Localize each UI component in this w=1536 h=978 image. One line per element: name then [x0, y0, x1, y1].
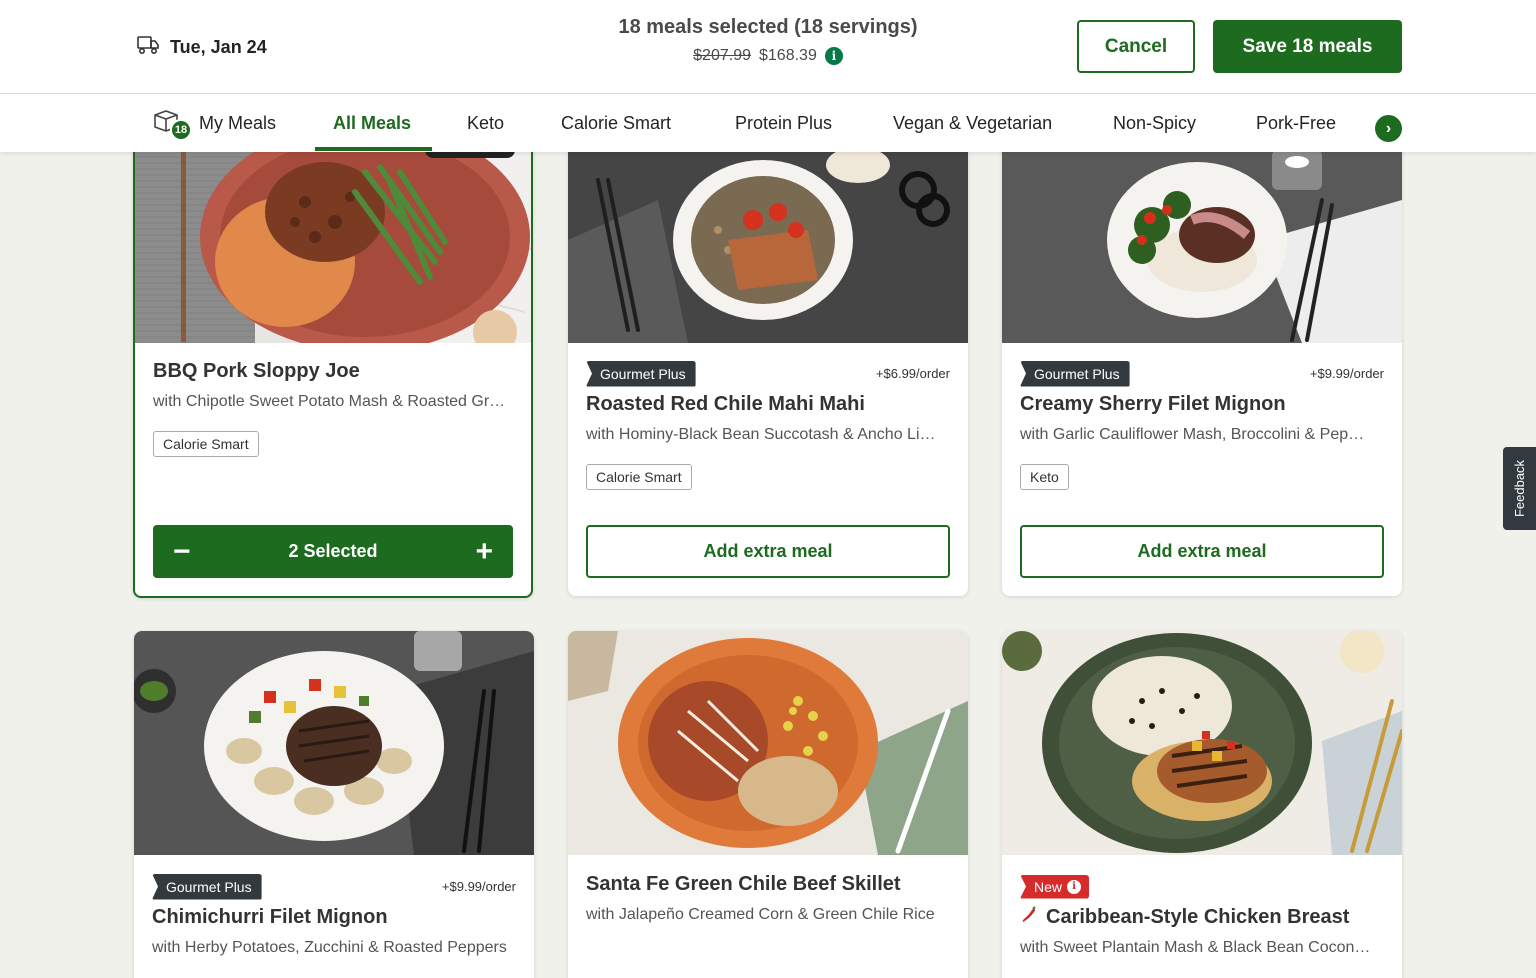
meal-image[interactable]	[1002, 140, 1402, 343]
active-tab-indicator	[315, 147, 432, 151]
tab-non-spicy[interactable]: Non-Spicy	[1113, 94, 1196, 152]
meal-box-icon: 18	[153, 107, 192, 141]
meal-image[interactable]	[568, 631, 968, 855]
meal-title[interactable]: Chimichurri Filet Mignon	[152, 906, 516, 929]
gourmet-plus-badge: Gourmet Plus	[1020, 360, 1130, 387]
feedback-tab[interactable]: Feedback	[1503, 447, 1536, 530]
minus-icon[interactable]: −	[173, 536, 191, 567]
cancel-button[interactable]: Cancel	[1077, 20, 1195, 73]
new-info-icon[interactable]: i	[1067, 879, 1082, 894]
meal-subtitle: with Hominy-Black Bean Succotash & Ancho…	[586, 426, 936, 443]
meals-selected-summary: 18 meals selected (18 servings)	[618, 16, 918, 38]
meal-subtitle: with Herby Potatoes, Zucchini & Roasted …	[152, 939, 507, 956]
spicy-pepper-icon	[1020, 906, 1038, 929]
meal-tag: Calorie Smart	[586, 464, 692, 490]
tab-protein-plus[interactable]: Protein Plus	[735, 94, 832, 152]
add-extra-meal-button[interactable]: Add extra meal	[1020, 525, 1384, 578]
meal-info: Gourmet Plus +$9.99/order Creamy Sherry …	[1020, 360, 1384, 490]
tab-all-meals[interactable]: All Meals	[333, 94, 411, 152]
extra-price: +$9.99/order	[1309, 366, 1384, 381]
meal-card: Gourmet Plus +$9.99/order Creamy Sherry …	[1002, 140, 1402, 596]
meal-info: Gourmet Plus +$6.99/order Roasted Red Ch…	[586, 360, 950, 490]
discounted-price: $168.39	[759, 47, 817, 64]
price-info-icon[interactable]: i	[824, 47, 843, 65]
meal-info: Santa Fe Green Chile Beef Skillet with J…	[586, 873, 950, 924]
meal-image[interactable]	[568, 140, 968, 343]
plus-icon[interactable]: +	[475, 536, 493, 567]
tab-calorie-smart[interactable]: Calorie Smart	[561, 94, 671, 152]
meal-card: Gourmet Plus +$6.99/order Roasted Red Ch…	[568, 140, 968, 596]
gourmet-plus-badge: Gourmet Plus	[586, 360, 696, 387]
meal-title[interactable]: Creamy Sherry Filet Mignon	[1020, 393, 1384, 416]
meal-subtitle: with Sweet Plantain Mash & Black Bean Co…	[1020, 939, 1371, 956]
meal-info: BBQ Pork Sloppy Joe with Chipotle Sweet …	[153, 360, 513, 457]
meal-info: New i Caribbean-Style Chicken Breast wit…	[1020, 873, 1384, 957]
add-extra-meal-button[interactable]: Add extra meal	[586, 525, 950, 578]
meal-image[interactable]	[134, 631, 534, 855]
tab-label: My Meals	[199, 112, 277, 133]
category-tabs: 18 My Meals All Meals Keto Calorie Smart…	[0, 94, 1536, 152]
new-badge: New i	[1020, 874, 1090, 899]
meal-subtitle: with Jalapeño Creamed Corn & Green Chile…	[586, 906, 935, 923]
extra-price: +$6.99/order	[875, 366, 950, 381]
delivery-date: Tue, Jan 24	[170, 37, 267, 57]
delivery-truck-icon	[136, 34, 160, 61]
meal-title[interactable]: Roasted Red Chile Mahi Mahi	[586, 393, 950, 416]
meal-image[interactable]	[1002, 631, 1402, 855]
meal-subtitle: with Chipotle Sweet Potato Mash & Roaste…	[153, 393, 506, 410]
meal-tag: Calorie Smart	[153, 431, 259, 457]
meal-tag: Keto	[1020, 464, 1069, 490]
original-price: $207.99	[693, 47, 751, 64]
price-summary: $207.99 $168.39 i	[568, 47, 968, 65]
selected-count-label: 2 Selected	[288, 541, 378, 561]
quantity-stepper: − 2 Selected +	[153, 525, 513, 578]
tab-my-meals[interactable]: 18 My Meals	[153, 94, 276, 152]
meal-title[interactable]: BBQ Pork Sloppy Joe	[153, 360, 513, 383]
tab-keto[interactable]: Keto	[467, 94, 504, 152]
meal-image[interactable]	[135, 142, 531, 343]
meal-title[interactable]: Santa Fe Green Chile Beef Skillet	[586, 873, 950, 896]
tab-vegan-vegetarian[interactable]: Vegan & Vegetarian	[893, 94, 1052, 152]
meal-title-text: Caribbean-Style Chicken Breast	[1046, 906, 1350, 928]
meal-info: Gourmet Plus +$9.99/order Chimichurri Fi…	[152, 873, 516, 957]
tabs-next-arrow-icon[interactable]: ›	[1375, 115, 1402, 142]
top-header: Tue, Jan 24 18 meals selected (18 servin…	[0, 0, 1536, 94]
meal-title[interactable]: Caribbean-Style Chicken Breast	[1020, 906, 1384, 929]
meal-card: Gourmet Plus +$9.99/order Chimichurri Fi…	[134, 631, 534, 978]
gourmet-plus-badge: Gourmet Plus	[152, 873, 262, 900]
extra-price: +$9.99/order	[441, 879, 516, 894]
meal-subtitle: with Garlic Cauliflower Mash, Broccolini…	[1020, 426, 1365, 443]
tab-pork-free[interactable]: Pork-Free	[1256, 94, 1336, 152]
new-badge-label: New	[1034, 878, 1063, 895]
meal-card: New i Caribbean-Style Chicken Breast wit…	[1002, 631, 1402, 978]
delivery-info: Tue, Jan 24	[136, 34, 267, 61]
meal-card: Santa Fe Green Chile Beef Skillet with J…	[568, 631, 968, 978]
order-summary: 18 meals selected (18 servings) $207.99 …	[568, 16, 968, 65]
feedback-label: Feedback	[1512, 459, 1527, 518]
meal-card: BBQ Pork Sloppy Joe with Chipotle Sweet …	[133, 140, 533, 598]
save-meals-button[interactable]: Save 18 meals	[1213, 20, 1402, 73]
my-meals-count-badge: 18	[170, 119, 192, 141]
